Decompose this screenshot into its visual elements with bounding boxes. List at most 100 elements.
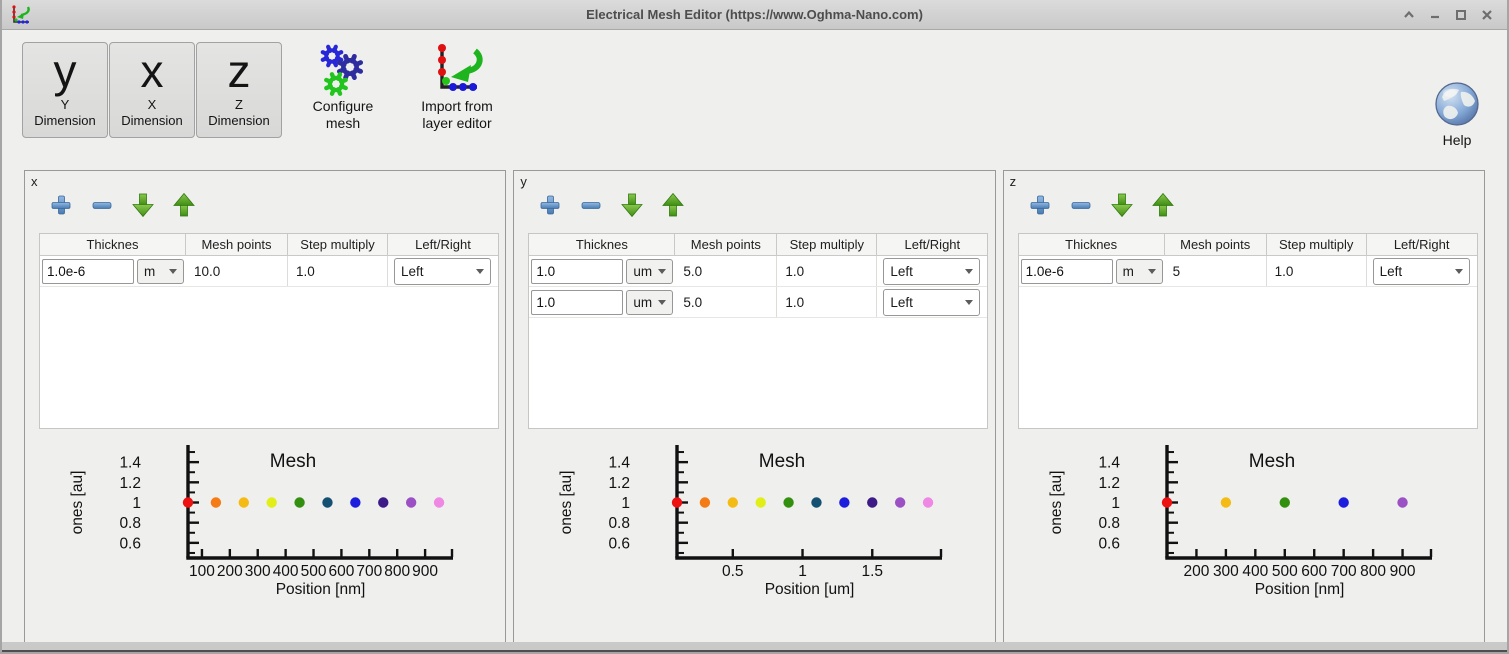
remove-row-button[interactable] <box>88 191 116 219</box>
unit-select[interactable]: um <box>626 259 673 284</box>
svg-text:900: 900 <box>412 563 438 580</box>
move-up-button[interactable] <box>1149 191 1177 219</box>
mesh-table: Thicknes Mesh points Step multiply Left/… <box>528 233 988 429</box>
window-title: Electrical Mesh Editor (https://www.Oghm… <box>2 7 1507 22</box>
svg-text:600: 600 <box>328 563 354 580</box>
chevron-down-icon <box>658 300 666 305</box>
help-button[interactable]: Help <box>1427 80 1487 148</box>
plus-icon <box>1028 193 1052 217</box>
unit-select[interactable]: m <box>1116 259 1163 284</box>
thickness-input[interactable] <box>1021 259 1113 284</box>
svg-text:200: 200 <box>1183 563 1209 580</box>
col-step-multiply: Step multiply <box>288 234 388 255</box>
chevron-down-icon <box>965 269 973 274</box>
svg-text:0.8: 0.8 <box>119 515 141 532</box>
mesh-points-cell[interactable]: 5.0 <box>675 256 777 286</box>
y-dimension-button[interactable]: y Y Dimension <box>22 42 108 138</box>
add-row-button[interactable] <box>1026 191 1054 219</box>
col-mesh-points: Mesh points <box>1165 234 1267 255</box>
move-down-button[interactable] <box>618 191 646 219</box>
mesh-plot-y: 1.41.210.80.60.511.5MeshPosition [um]one… <box>514 433 997 641</box>
main-toolbar: y Y Dimension x X Dimension z Z Dimensio… <box>2 30 1507 154</box>
left-right-select[interactable]: Left <box>883 258 980 285</box>
minimize-button[interactable] <box>1426 7 1443 24</box>
svg-text:900: 900 <box>1389 563 1415 580</box>
unit-select[interactable]: m <box>137 259 184 284</box>
unit-value: um <box>633 295 652 310</box>
mesh-points-cell[interactable]: 10.0 <box>186 256 288 286</box>
svg-text:500: 500 <box>1271 563 1297 580</box>
configure-mesh-button[interactable]: Configure mesh <box>297 42 389 142</box>
plus-icon <box>538 193 562 217</box>
configure-mesh-label: Configure mesh <box>313 98 374 132</box>
col-step-multiply: Step multiply <box>777 234 877 255</box>
mesh-points-cell[interactable]: 5 <box>1165 256 1267 286</box>
remove-row-button[interactable] <box>1067 191 1095 219</box>
svg-text:Mesh: Mesh <box>759 451 805 472</box>
y-glyph: y <box>54 45 77 97</box>
step-multiply-cell[interactable]: 1.0 <box>1267 256 1367 286</box>
table-header: Thicknes Mesh points Step multiply Left/… <box>1019 234 1477 256</box>
mesh-layer-row: um 5.0 1.0 Left <box>529 287 987 318</box>
step-multiply-cell[interactable]: 1.0 <box>777 287 877 317</box>
col-thickness: Thicknes <box>529 234 675 255</box>
chevron-down-icon <box>1148 269 1156 274</box>
electrical-mesh-editor-window: Electrical Mesh Editor (https://www.Oghm… <box>0 0 1509 654</box>
shade-button[interactable] <box>1400 7 1417 24</box>
svg-text:Position [nm]: Position [nm] <box>276 581 366 598</box>
mesh-plot-z: 1.41.210.80.6200300400500600700800900Mes… <box>1004 433 1487 641</box>
left-right-select[interactable]: Left <box>883 289 980 316</box>
close-button[interactable] <box>1478 7 1495 24</box>
col-left-right: Left/Right <box>1367 234 1477 255</box>
chevron-down-icon <box>476 269 484 274</box>
mesh-panels-row: x Thicknes Mesh points Step multiply Lef… <box>24 170 1485 644</box>
gears-icon <box>317 42 369 98</box>
left-right-value: Left <box>401 264 424 279</box>
minus-icon <box>1069 193 1093 217</box>
svg-text:800: 800 <box>384 563 410 580</box>
remove-row-button[interactable] <box>577 191 605 219</box>
panel-x-title: x <box>31 174 38 189</box>
chevron-down-icon <box>1455 269 1463 274</box>
add-row-button[interactable] <box>536 191 564 219</box>
x-dimension-label: X Dimension <box>121 97 182 129</box>
x-glyph: x <box>141 45 164 97</box>
left-right-select[interactable]: Left <box>394 258 491 285</box>
svg-text:500: 500 <box>301 563 327 580</box>
move-down-button[interactable] <box>129 191 157 219</box>
z-dimension-button[interactable]: z Z Dimension <box>196 42 282 138</box>
left-right-value: Left <box>890 264 913 279</box>
plus-icon <box>49 193 73 217</box>
maximize-button[interactable] <box>1452 7 1469 24</box>
svg-text:700: 700 <box>356 563 382 580</box>
x-dimension-button[interactable]: x X Dimension <box>109 42 195 138</box>
mesh-panel-z: z Thicknes Mesh points Step multiply Lef… <box>1003 170 1485 644</box>
panel-y-title: y <box>520 174 527 189</box>
move-up-button[interactable] <box>170 191 198 219</box>
mesh-panel-x: x Thicknes Mesh points Step multiply Lef… <box>24 170 506 644</box>
move-down-button[interactable] <box>1108 191 1136 219</box>
mesh-layer-row: um 5.0 1.0 Left <box>529 256 987 287</box>
add-row-button[interactable] <box>47 191 75 219</box>
thickness-input[interactable] <box>531 290 623 315</box>
help-label: Help <box>1443 132 1472 148</box>
mesh-points-cell[interactable]: 5.0 <box>675 287 777 317</box>
step-multiply-cell[interactable]: 1.0 <box>777 256 877 286</box>
mesh-panel-y: y Thicknes Mesh points Step multiply Lef… <box>513 170 995 644</box>
titlebar[interactable]: Electrical Mesh Editor (https://www.Oghm… <box>2 0 1507 30</box>
chevron-down-icon <box>965 300 973 305</box>
thickness-input[interactable] <box>531 259 623 284</box>
import-from-layer-editor-button[interactable]: Import from layer editor <box>405 42 509 142</box>
svg-text:0.8: 0.8 <box>1098 515 1120 532</box>
z-dimension-label: Z Dimension <box>208 97 269 129</box>
thickness-input[interactable] <box>42 259 134 284</box>
left-right-select[interactable]: Left <box>1373 258 1470 285</box>
move-up-button[interactable] <box>659 191 687 219</box>
table-header: Thicknes Mesh points Step multiply Left/… <box>529 234 987 256</box>
unit-select[interactable]: um <box>626 290 673 315</box>
mesh-layer-row: m 5 1.0 Left <box>1019 256 1477 287</box>
step-multiply-cell[interactable]: 1.0 <box>288 256 388 286</box>
import-layers-icon <box>431 42 483 98</box>
svg-text:700: 700 <box>1330 563 1356 580</box>
svg-text:300: 300 <box>1213 563 1239 580</box>
